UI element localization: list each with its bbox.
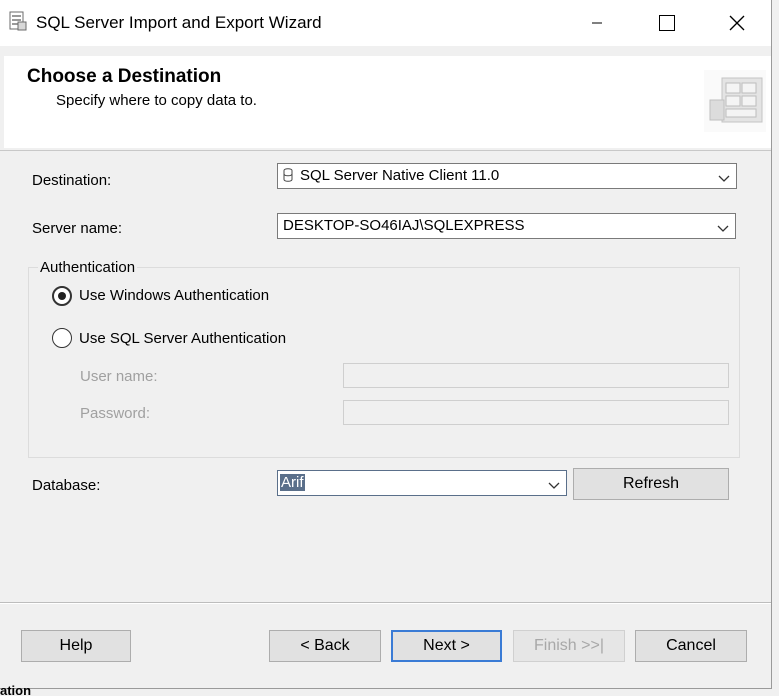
- window-title: SQL Server Import and Export Wizard: [36, 13, 322, 32]
- server-name-label: Server name:: [32, 220, 123, 237]
- wizard-document-icon: [9, 11, 27, 31]
- windows-auth-radio[interactable]: [52, 286, 72, 306]
- chevron-down-icon: [548, 478, 560, 489]
- help-button[interactable]: Help: [21, 630, 131, 662]
- server-name-combobox[interactable]: DESKTOP-SO46IAJ\SQLEXPRESS: [277, 213, 736, 239]
- destination-label: Destination:: [32, 172, 112, 189]
- database-combobox[interactable]: Arif: [277, 470, 567, 496]
- server-name-value: DESKTOP-SO46IAJ\SQLEXPRESS: [283, 217, 525, 234]
- chevron-down-icon: [718, 171, 730, 182]
- maximize-button[interactable]: [644, 0, 690, 46]
- sql-auth-label[interactable]: Use SQL Server Authentication: [79, 330, 286, 347]
- minimize-icon: [592, 22, 602, 24]
- username-label: User name:: [80, 368, 158, 385]
- password-input: [343, 400, 729, 425]
- page-subtitle: Specify where to copy data to.: [56, 92, 257, 109]
- destination-value: SQL Server Native Client 11.0: [300, 167, 500, 184]
- authentication-group-label: Authentication: [38, 259, 138, 276]
- back-button[interactable]: < Back: [269, 630, 381, 662]
- username-input: [343, 363, 729, 388]
- database-icon: [283, 168, 293, 182]
- sql-auth-radio[interactable]: [52, 328, 72, 348]
- cancel-button[interactable]: Cancel: [635, 630, 747, 662]
- refresh-button[interactable]: Refresh: [573, 468, 729, 500]
- page-title: Choose a Destination: [27, 66, 222, 87]
- title-bar: SQL Server Import and Export Wizard: [0, 0, 771, 46]
- windows-auth-label[interactable]: Use Windows Authentication: [79, 287, 269, 304]
- header-divider: [0, 150, 771, 151]
- destination-dropdown[interactable]: SQL Server Native Client 11.0: [277, 163, 737, 189]
- password-label: Password:: [80, 405, 151, 422]
- next-button[interactable]: Next >: [391, 630, 502, 662]
- chevron-down-icon: [717, 221, 729, 232]
- database-label: Database:: [32, 477, 101, 494]
- close-button[interactable]: [714, 0, 760, 46]
- close-icon: [729, 15, 745, 31]
- database-value: Arif: [280, 474, 305, 491]
- database-table-graphic-icon: [704, 70, 766, 132]
- wizard-header: Choose a Destination Specify where to co…: [4, 56, 771, 148]
- finish-button: Finish >>|: [513, 630, 625, 662]
- wizard-window: SQL Server Import and Export Wizard Choo…: [0, 0, 772, 689]
- maximize-icon: [659, 15, 675, 31]
- minimize-button[interactable]: [574, 0, 620, 46]
- background-window-text: ation: [0, 683, 32, 696]
